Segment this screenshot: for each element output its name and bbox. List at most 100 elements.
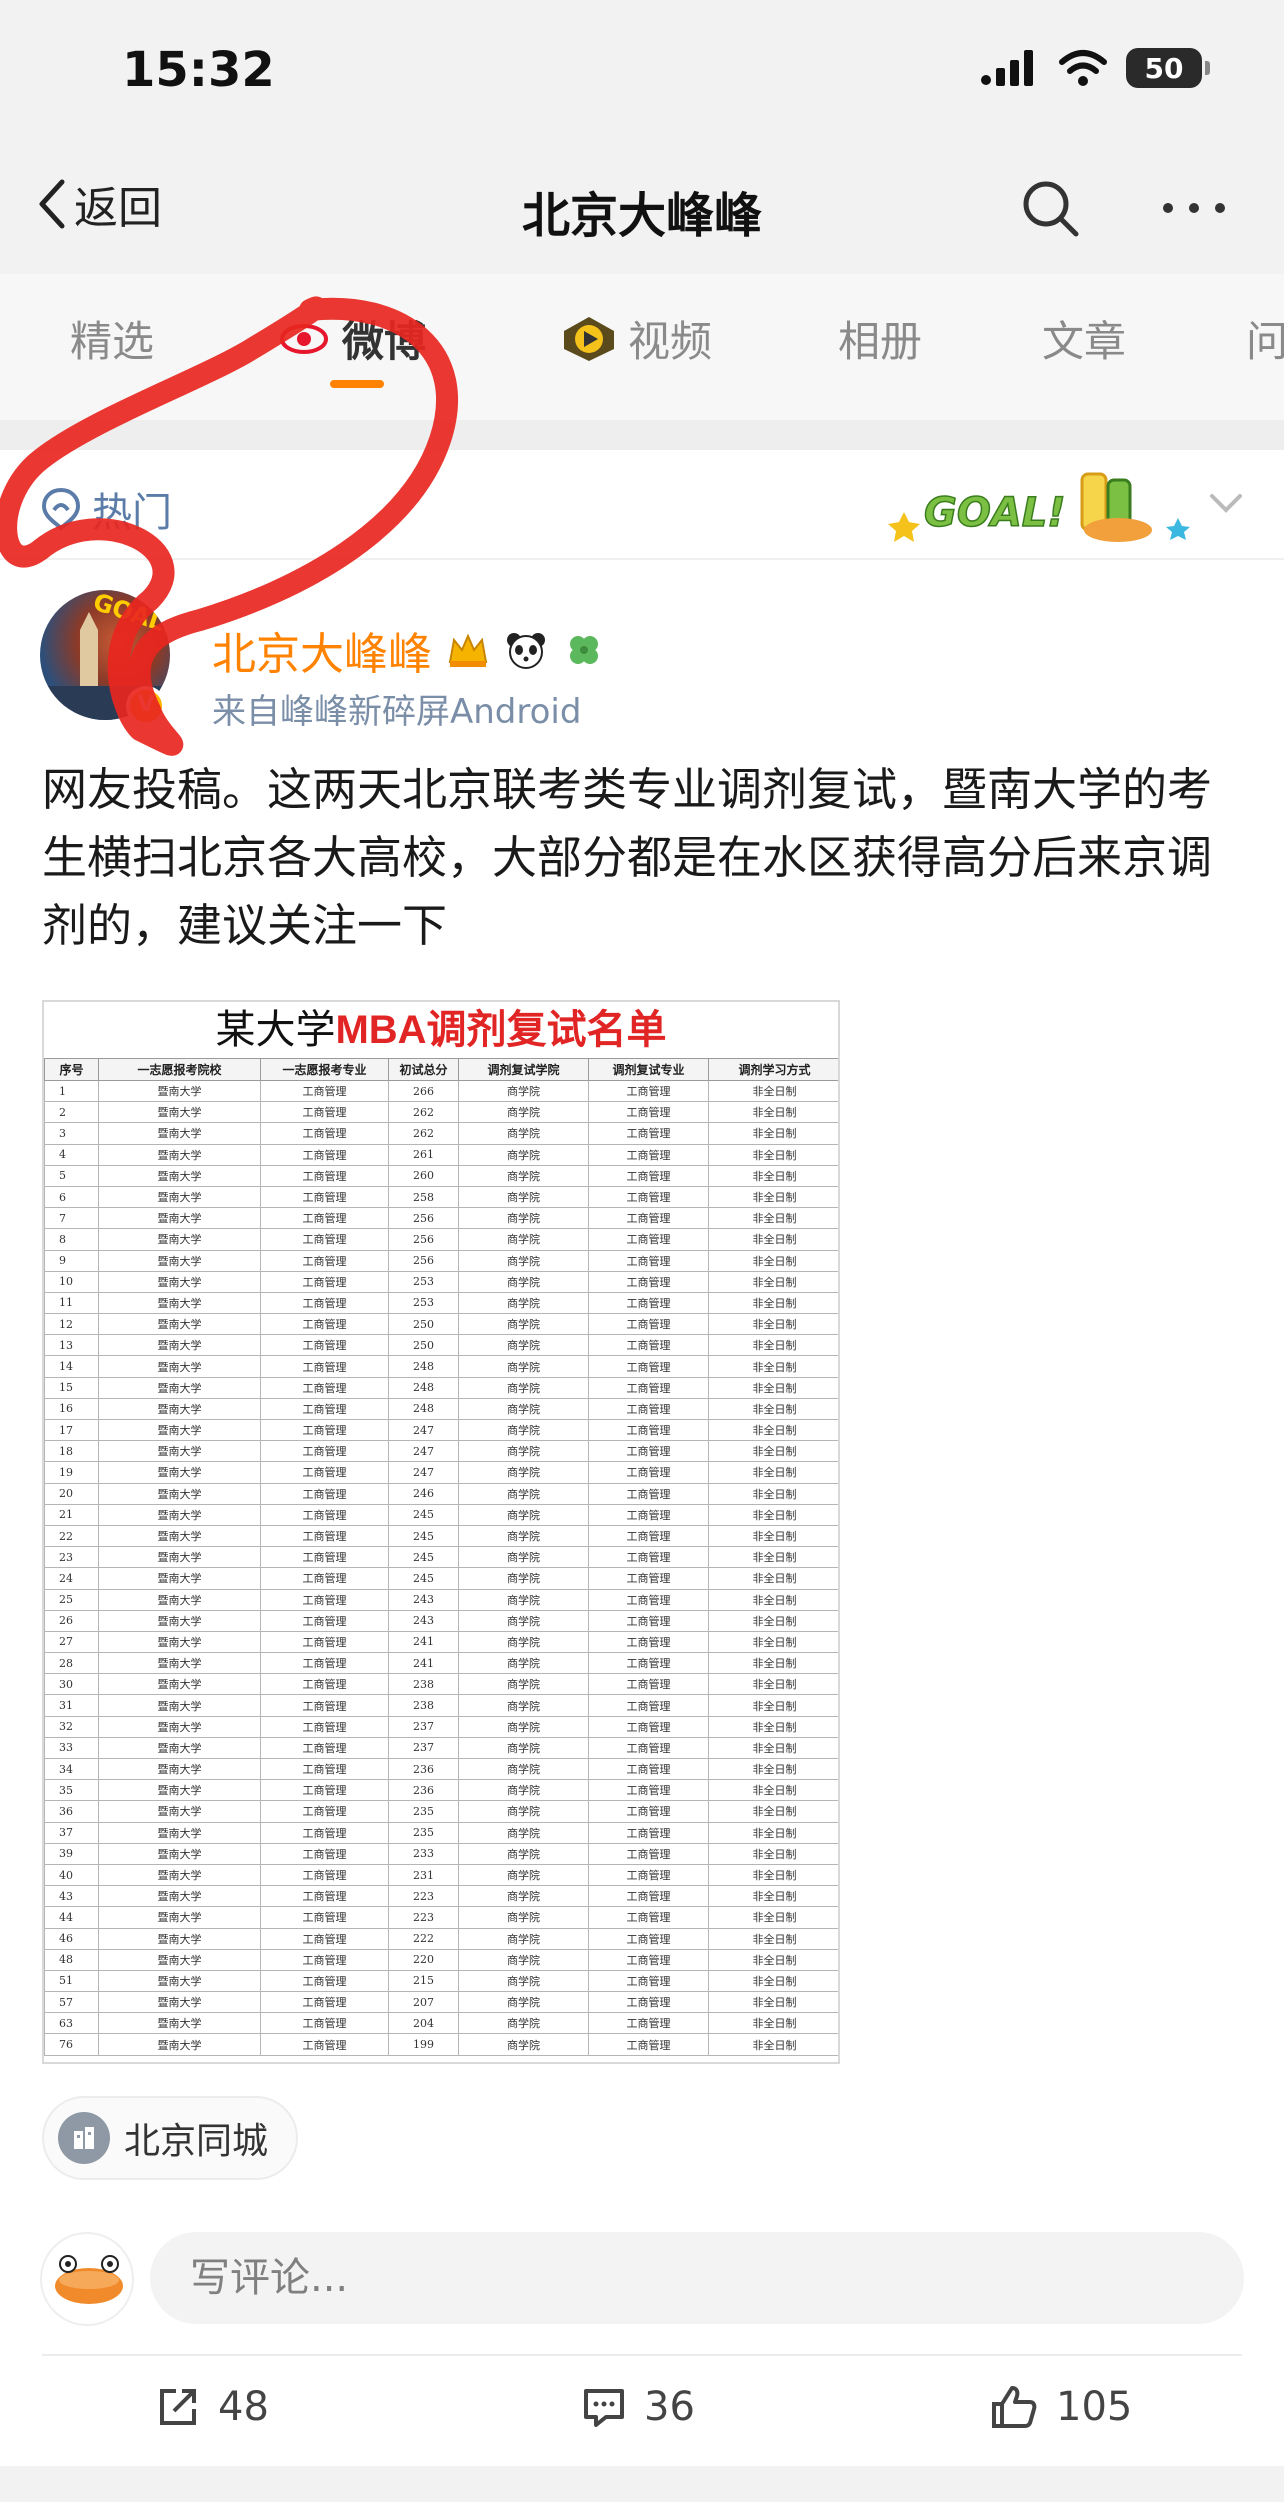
table-cell: 243 bbox=[388, 1609, 459, 1632]
table-cell: 工商管理 bbox=[588, 1821, 709, 1844]
user-avatar[interactable] bbox=[40, 2232, 134, 2326]
tab-weibo[interactable]: 微博 bbox=[278, 308, 426, 369]
table-cell: 223 bbox=[388, 1906, 459, 1929]
table-cell: 暨南大学 bbox=[98, 1440, 261, 1463]
post-image[interactable]: 某大学MBA调剂复试名单 序号 一志愿报考院校 一志愿报考专业 初试总分 调剂复试学院调… bbox=[42, 1000, 840, 2064]
table-cell: 非全日制 bbox=[708, 1185, 838, 1209]
table-row: 10 暨南大学 工商管理 253 商学院 工商管理 非全日制 bbox=[44, 1270, 838, 1293]
repost-icon bbox=[160, 2389, 196, 2425]
table-cell: 商学院 bbox=[458, 1249, 589, 1272]
table-cell: 商学院 bbox=[458, 1334, 589, 1357]
table-cell: 商学院 bbox=[458, 1588, 589, 1611]
comment-button[interactable]: 36 bbox=[582, 2384, 695, 2430]
table-cell: 工商管理 bbox=[260, 1122, 389, 1145]
table-cell: 非全日制 bbox=[708, 1228, 838, 1251]
comment-input[interactable] bbox=[150, 2232, 1244, 2324]
table-cell: 非全日制 bbox=[708, 1291, 838, 1315]
status-bar: 15:32 50 bbox=[0, 0, 1284, 140]
table-cell: 262 bbox=[388, 1122, 459, 1145]
table-cell: 工商管理 bbox=[260, 1694, 389, 1717]
table-cell: 241 bbox=[388, 1630, 459, 1654]
table-cell: 非全日制 bbox=[708, 1863, 838, 1887]
image-title-highlight: MBA调剂复试名单 bbox=[335, 1008, 667, 1052]
table-cell: 非全日制 bbox=[708, 1736, 838, 1760]
table-cell: 商学院 bbox=[458, 1207, 589, 1230]
table-cell: 工商管理 bbox=[588, 1503, 709, 1526]
like-count: 105 bbox=[1056, 2384, 1133, 2430]
table-cell: 工商管理 bbox=[260, 1397, 389, 1421]
table-cell: 非全日制 bbox=[708, 1842, 838, 1865]
tab-qa[interactable]: 问 bbox=[1246, 308, 1284, 369]
table-cell: 工商管理 bbox=[260, 1524, 389, 1548]
table-row: 1 暨南大学 工商管理 266 商学院 工商管理 非全日制 bbox=[44, 1079, 838, 1103]
table-cell: 工商管理 bbox=[588, 1079, 709, 1103]
table-cell: 12 bbox=[44, 1313, 99, 1336]
table-row: 28 暨南大学 工商管理 241 商学院 工商管理 非全日制 bbox=[44, 1652, 838, 1675]
tab-articles[interactable]: 文章 bbox=[1042, 308, 1126, 369]
table-cell: 商学院 bbox=[458, 1673, 589, 1696]
table-cell: 暨南大学 bbox=[98, 1355, 261, 1378]
table-header-cell: 一志愿报考专业 bbox=[260, 1058, 389, 1081]
table-cell: 28 bbox=[44, 1652, 99, 1675]
repost-button[interactable]: 48 bbox=[156, 2384, 269, 2430]
hot-filter-button[interactable]: 热门 bbox=[40, 480, 172, 538]
tab-album[interactable]: 相册 bbox=[838, 308, 922, 369]
table-cell: 工商管理 bbox=[588, 1482, 709, 1505]
table-row: 35 暨南大学 工商管理 236 商学院 工商管理 非全日制 bbox=[44, 1779, 838, 1802]
table-cell: 35 bbox=[44, 1779, 99, 1802]
table-cell: 非全日制 bbox=[708, 1122, 838, 1145]
author-name[interactable]: 北京大峰峰 bbox=[212, 618, 606, 682]
table-cell: 235 bbox=[388, 1800, 459, 1823]
tab-label: 精选 bbox=[70, 317, 155, 366]
table-cell: 工商管理 bbox=[588, 1440, 709, 1463]
table-cell: 暨南大学 bbox=[98, 1694, 261, 1717]
table-cell: 工商管理 bbox=[588, 1207, 709, 1230]
search-icon[interactable] bbox=[1018, 176, 1082, 240]
table-cell: 261 bbox=[388, 1143, 459, 1166]
table-row: 21 暨南大学 工商管理 245 商学院 工商管理 非全日制 bbox=[44, 1503, 838, 1526]
table-cell: 工商管理 bbox=[260, 1440, 389, 1463]
table-cell: 暨南大学 bbox=[98, 1609, 261, 1632]
table-cell: 工商管理 bbox=[260, 1334, 389, 1357]
table-cell: 工商管理 bbox=[260, 1355, 389, 1378]
status-time: 15:32 bbox=[122, 42, 275, 98]
more-icon[interactable] bbox=[1158, 176, 1230, 240]
table-cell: 非全日制 bbox=[708, 1927, 838, 1950]
table-body: 1 暨南大学 工商管理 266 商学院 工商管理 非全日制 2 暨南大学 工商管理 262 商学院 工商… bbox=[44, 1079, 838, 2056]
tab-featured[interactable]: 精选 bbox=[70, 308, 154, 369]
like-button[interactable]: 105 bbox=[990, 2384, 1132, 2430]
table-cell: 非全日制 bbox=[708, 1630, 838, 1654]
table-cell: 商学院 bbox=[458, 1122, 589, 1145]
table-cell: 25 bbox=[44, 1588, 99, 1611]
table-cell: 工商管理 bbox=[260, 1503, 389, 1526]
profile-tabs: 精选 微博 视频 相册 文章 问 bbox=[0, 274, 1284, 420]
table-cell: 工商管理 bbox=[588, 1291, 709, 1315]
table-cell: 工商管理 bbox=[260, 1842, 389, 1865]
table-cell: 30 bbox=[44, 1673, 99, 1696]
hot-filter-label: 热门 bbox=[92, 490, 172, 536]
image-title-prefix: 某大学 bbox=[215, 1007, 336, 1052]
table-cell: 46 bbox=[44, 1927, 99, 1950]
tab-video[interactable]: 视频 bbox=[562, 308, 712, 369]
chevron-down-icon[interactable] bbox=[1206, 486, 1246, 522]
table-cell: 暨南大学 bbox=[98, 1079, 261, 1103]
location-tag[interactable]: 北京同城 bbox=[42, 2096, 299, 2180]
table-cell: 236 bbox=[388, 1779, 459, 1802]
table-row: 7 暨南大学 工商管理 256 商学院 工商管理 非全日制 bbox=[44, 1207, 838, 1230]
table-cell: 工商管理 bbox=[588, 1122, 709, 1145]
table-cell: 工商管理 bbox=[588, 1630, 709, 1654]
table-cell: 22 bbox=[44, 1524, 99, 1548]
table-row: 37 暨南大学 工商管理 235 商学院 工商管理 非全日制 bbox=[44, 1821, 838, 1844]
table-cell: 48 bbox=[44, 1948, 99, 1971]
table-cell: 商学院 bbox=[458, 1228, 589, 1251]
table-cell: 256 bbox=[388, 1228, 459, 1251]
table-row: 31 暨南大学 工商管理 238 商学院 工商管理 非全日制 bbox=[44, 1694, 838, 1717]
table-cell: 工商管理 bbox=[260, 1101, 389, 1124]
table-cell: 33 bbox=[44, 1736, 99, 1760]
table-cell: 工商管理 bbox=[588, 1694, 709, 1717]
table-row: 25 暨南大学 工商管理 243 商学院 工商管理 非全日制 bbox=[44, 1588, 838, 1611]
table-cell: 暨南大学 bbox=[98, 1143, 261, 1166]
table-cell: 11 bbox=[44, 1291, 99, 1315]
table-cell: 商学院 bbox=[458, 1461, 589, 1484]
table-cell: 20 bbox=[44, 1482, 99, 1505]
